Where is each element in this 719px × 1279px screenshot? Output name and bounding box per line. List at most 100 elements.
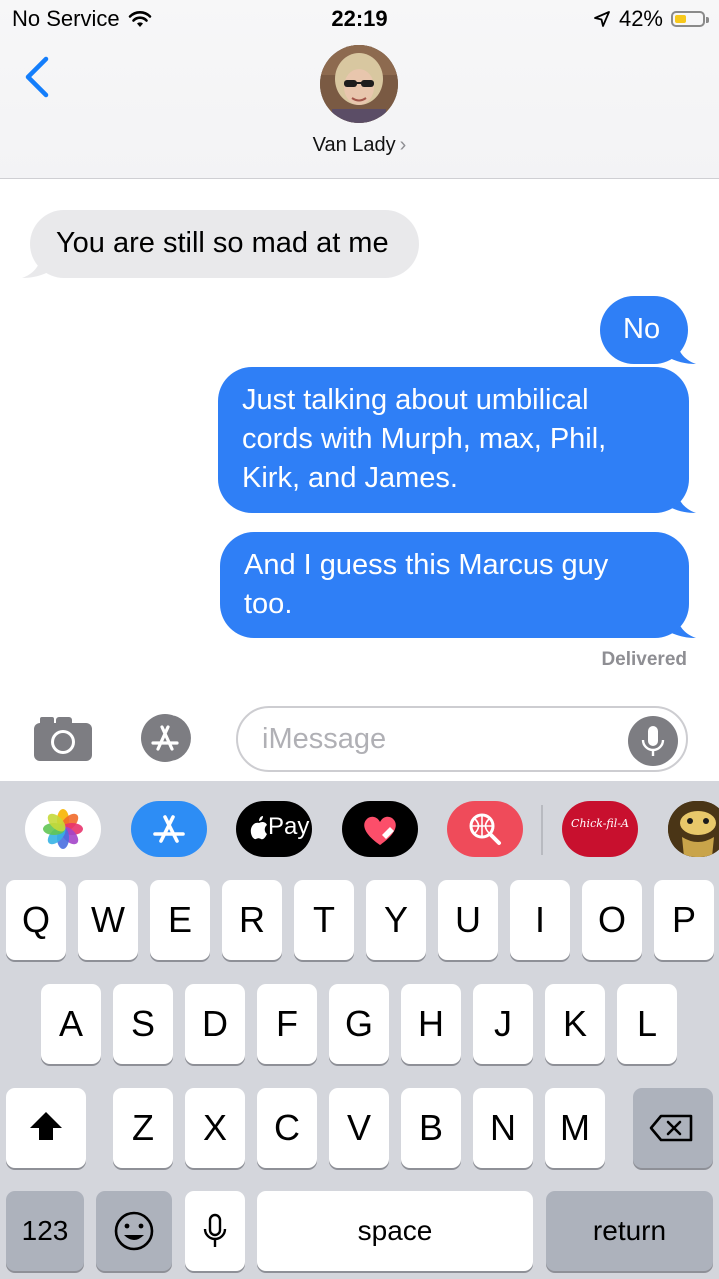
app-store-icon bbox=[153, 815, 185, 843]
key-label: C bbox=[274, 1107, 300, 1148]
key-g[interactable]: G bbox=[329, 984, 389, 1064]
delete-backspace-icon bbox=[649, 1114, 693, 1142]
app-store-button[interactable] bbox=[134, 713, 206, 763]
numbers-key[interactable]: 123 bbox=[6, 1191, 84, 1271]
app-digital-touch[interactable] bbox=[342, 801, 418, 857]
contact-name-button[interactable]: Van Lady › bbox=[0, 134, 719, 157]
battery-fill bbox=[675, 15, 686, 23]
key-label: K bbox=[562, 1003, 587, 1044]
key-s[interactable]: S bbox=[113, 984, 173, 1064]
shift-icon bbox=[30, 1112, 62, 1140]
dictation-key[interactable] bbox=[185, 1191, 245, 1271]
key-label: D bbox=[202, 1003, 228, 1044]
key-p[interactable]: P bbox=[654, 880, 714, 960]
key-n[interactable]: N bbox=[473, 1088, 533, 1168]
contact-name: Van Lady bbox=[312, 134, 396, 156]
heart-icon bbox=[364, 816, 396, 845]
key-h[interactable]: H bbox=[401, 984, 461, 1064]
microphone-icon bbox=[203, 1213, 227, 1247]
emoji-icon bbox=[114, 1211, 154, 1251]
dictation-button[interactable] bbox=[628, 716, 678, 766]
key-label: Z bbox=[132, 1107, 154, 1148]
app-images-search[interactable] bbox=[447, 801, 523, 857]
input-placeholder: iMessage bbox=[262, 723, 387, 755]
key-label: W bbox=[91, 899, 125, 940]
key-label: space bbox=[357, 1215, 433, 1246]
key-y[interactable]: Y bbox=[366, 880, 426, 960]
globe-search-icon bbox=[469, 813, 501, 845]
battery-icon bbox=[671, 11, 709, 27]
key-r[interactable]: R bbox=[222, 880, 282, 960]
key-label: O bbox=[597, 899, 626, 940]
avatar-photo bbox=[320, 45, 398, 123]
message-line: too. bbox=[244, 588, 293, 620]
sent-message[interactable]: Just talking about umbilical cords with … bbox=[218, 367, 689, 513]
key-j[interactable]: J bbox=[473, 984, 533, 1064]
key-u[interactable]: U bbox=[438, 880, 498, 960]
key-label: F bbox=[276, 1003, 298, 1044]
key-e[interactable]: E bbox=[150, 880, 210, 960]
sent-message[interactable]: No bbox=[600, 296, 688, 364]
key-label: H bbox=[418, 1003, 444, 1044]
location-arrow-icon bbox=[594, 11, 610, 27]
key-label: J bbox=[494, 1003, 512, 1044]
chickfila-logo-text: Chick-fil-A bbox=[571, 817, 629, 830]
key-b[interactable]: B bbox=[401, 1088, 461, 1168]
key-label: M bbox=[560, 1107, 590, 1148]
camera-button[interactable] bbox=[32, 713, 94, 763]
return-key[interactable]: return bbox=[546, 1191, 713, 1271]
key-l[interactable]: L bbox=[617, 984, 677, 1064]
key-label: I bbox=[534, 899, 545, 940]
camera-icon bbox=[34, 717, 92, 761]
app-strip-divider bbox=[541, 805, 543, 855]
emoji-key[interactable] bbox=[96, 1191, 172, 1271]
key-label: Q bbox=[21, 899, 50, 940]
key-q[interactable]: Q bbox=[6, 880, 66, 960]
key-x[interactable]: X bbox=[185, 1088, 245, 1168]
delete-key[interactable] bbox=[633, 1088, 713, 1168]
key-z[interactable]: Z bbox=[113, 1088, 173, 1168]
key-label: E bbox=[167, 899, 192, 940]
key-label: B bbox=[418, 1107, 443, 1148]
status-right: 42% bbox=[593, 6, 709, 32]
key-label: 123 bbox=[21, 1215, 69, 1246]
key-c[interactable]: C bbox=[257, 1088, 317, 1168]
key-o[interactable]: O bbox=[582, 880, 642, 960]
space-key[interactable]: space bbox=[257, 1191, 533, 1271]
key-k[interactable]: K bbox=[545, 984, 605, 1064]
key-label: P bbox=[671, 899, 696, 940]
key-label: L bbox=[636, 1003, 658, 1044]
imessage-input[interactable]: iMessage bbox=[236, 706, 688, 772]
key-label: R bbox=[239, 899, 265, 940]
app-app-store[interactable] bbox=[131, 801, 207, 857]
message-text: You are still so mad at me bbox=[56, 227, 389, 259]
apple-pay-label: Pay bbox=[268, 813, 310, 840]
key-label: V bbox=[346, 1107, 371, 1148]
key-label: G bbox=[344, 1003, 373, 1044]
message-line: cords with Murph, max, Phil, bbox=[242, 423, 607, 455]
received-message[interactable]: You are still so mad at me bbox=[30, 210, 419, 278]
app-store-icon bbox=[141, 714, 191, 762]
key-w[interactable]: W bbox=[78, 880, 138, 960]
app-photos[interactable] bbox=[25, 801, 101, 857]
battery-percent: 42% bbox=[618, 6, 663, 31]
key-f[interactable]: F bbox=[257, 984, 317, 1064]
key-i[interactable]: I bbox=[510, 880, 570, 960]
key-m[interactable]: M bbox=[545, 1088, 605, 1168]
app-sticker-pack[interactable] bbox=[668, 801, 719, 857]
contact-avatar[interactable] bbox=[320, 45, 398, 123]
delivered-status: Delivered bbox=[601, 649, 687, 670]
shift-key[interactable] bbox=[6, 1088, 86, 1168]
sent-message[interactable]: And I guess this Marcus guy too. bbox=[220, 532, 689, 638]
key-t[interactable]: T bbox=[294, 880, 354, 960]
key-v[interactable]: V bbox=[329, 1088, 389, 1168]
chevron-right-icon: › bbox=[399, 134, 407, 156]
message-text: No bbox=[623, 313, 661, 345]
app-apple-pay[interactable]: Pay bbox=[236, 801, 312, 857]
back-button[interactable] bbox=[18, 54, 58, 100]
battery-nub bbox=[706, 17, 709, 23]
key-a[interactable]: A bbox=[41, 984, 101, 1064]
key-label: Y bbox=[383, 899, 408, 940]
key-d[interactable]: D bbox=[185, 984, 245, 1064]
app-chick-fil-a[interactable]: Chick-fil-A bbox=[562, 801, 638, 857]
